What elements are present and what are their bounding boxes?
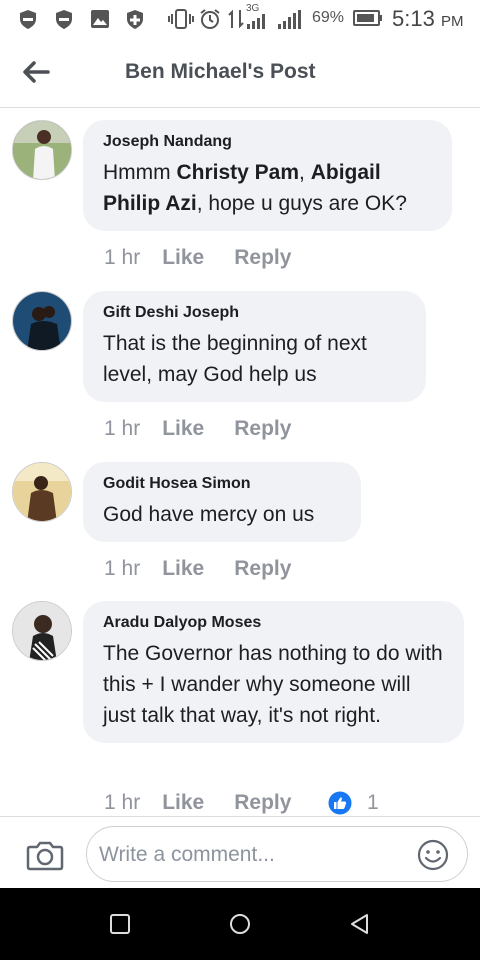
comment-text: God have mercy on us xyxy=(103,503,315,526)
comment-author[interactable]: Gift Deshi Joseph xyxy=(103,304,406,322)
vibrate-icon xyxy=(168,9,194,29)
avatar-image xyxy=(13,602,71,660)
page-title: Ben Michael's Post xyxy=(125,60,316,83)
reply-button[interactable]: Reply xyxy=(234,557,291,581)
system-nav-bar xyxy=(0,888,480,960)
mention-link[interactable]: Christy Pam xyxy=(176,161,299,184)
reply-button[interactable]: Reply xyxy=(234,417,291,441)
comment-author[interactable]: Godit Hosea Simon xyxy=(103,475,341,493)
like-button[interactable]: Like xyxy=(162,791,204,815)
comment-input[interactable] xyxy=(99,839,399,871)
comment-text: The Governor has nothing to do with this… xyxy=(103,642,443,727)
clock: 5:13 PM xyxy=(392,6,463,32)
signal-icon xyxy=(278,10,301,29)
comment-text-prefix: Hmmm xyxy=(103,161,177,184)
reaction-count: 1 xyxy=(367,791,379,814)
comment-bubble[interactable]: Joseph Nandang Hmmm Christy Pam, Abigail… xyxy=(83,120,452,231)
arrow-left-icon[interactable] xyxy=(20,58,52,86)
back-triangle-icon[interactable] xyxy=(349,913,371,935)
plus-shield-icon xyxy=(127,10,143,29)
comment-time: 1 hr xyxy=(104,791,141,814)
comment-text-mid: , xyxy=(299,161,311,184)
thumbs-up-icon xyxy=(327,790,353,816)
status-bar: 3G 69% 5:13 PM xyxy=(0,0,480,36)
camera-icon[interactable] xyxy=(26,839,64,871)
comment-actions: 1 hr Like Reply xyxy=(104,246,291,270)
reply-button[interactable]: Reply xyxy=(234,246,291,270)
comment-actions: 1 hr Like Reply xyxy=(104,791,291,815)
comment-text-suffix: , hope u guys are OK? xyxy=(196,192,407,215)
emoji-icon[interactable] xyxy=(417,839,449,871)
reply-button[interactable]: Reply xyxy=(234,791,291,815)
comment-text: That is the beginning of next level, may… xyxy=(103,332,367,386)
avatar[interactable] xyxy=(12,462,72,522)
image-icon xyxy=(91,10,109,28)
signal-icon xyxy=(247,14,265,29)
home-circle-icon[interactable] xyxy=(229,913,251,935)
comment-author[interactable]: Aradu Dalyop Moses xyxy=(103,614,444,632)
post-header: Ben Michael's Post xyxy=(0,36,480,108)
avatar-image xyxy=(13,121,71,179)
reaction-summary[interactable]: 1 xyxy=(327,790,379,816)
comment-time: 1 hr xyxy=(104,557,141,580)
comment-input-box[interactable] xyxy=(86,826,468,882)
comment-text: Hmmm Christy Pam, Abigail Philip Azi, ho… xyxy=(103,157,432,219)
clock-ampm: PM xyxy=(440,13,464,30)
like-button[interactable]: Like xyxy=(162,246,204,270)
comment-composer xyxy=(0,816,480,888)
battery-percent: 69% xyxy=(312,9,345,26)
comment-bubble[interactable]: Godit Hosea Simon God have mercy on us xyxy=(83,462,361,542)
avatar-image xyxy=(13,292,71,350)
comment-time: 1 hr xyxy=(104,417,141,440)
shield-icon xyxy=(20,10,36,29)
comment-actions: 1 hr Like Reply xyxy=(104,557,291,581)
avatar[interactable] xyxy=(12,601,72,661)
comment-time: 1 hr xyxy=(104,246,141,269)
comment-bubble[interactable]: Gift Deshi Joseph That is the beginning … xyxy=(83,291,426,402)
comment-actions: 1 hr Like Reply xyxy=(104,417,291,441)
avatar[interactable] xyxy=(12,291,72,351)
comment-author[interactable]: Joseph Nandang xyxy=(103,133,432,151)
like-button[interactable]: Like xyxy=(162,417,204,441)
shield-icon xyxy=(56,10,72,29)
avatar[interactable] xyxy=(12,120,72,180)
data-transfer-icon xyxy=(228,9,244,29)
battery-icon xyxy=(353,10,382,26)
recents-square-icon[interactable] xyxy=(109,913,131,935)
clock-time: 5:13 xyxy=(392,6,435,31)
like-button[interactable]: Like xyxy=(162,557,204,581)
alarm-icon xyxy=(200,9,220,29)
comment-bubble[interactable]: Aradu Dalyop Moses The Governor has noth… xyxy=(83,601,464,743)
avatar-image xyxy=(13,463,71,521)
